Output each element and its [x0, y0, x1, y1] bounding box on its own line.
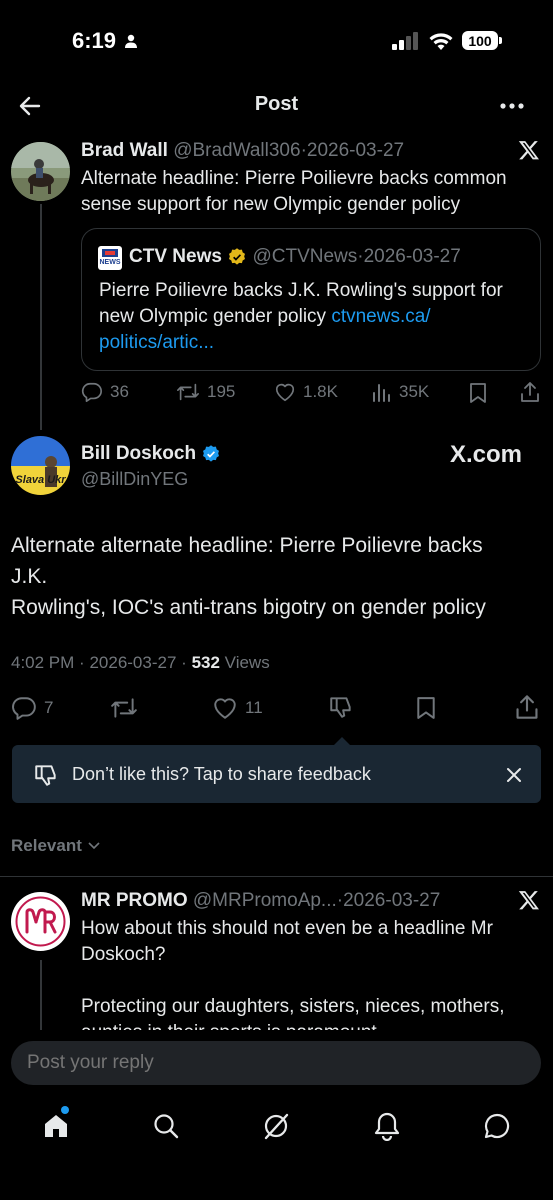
verified-gold-icon: [227, 247, 247, 267]
tweet-text-line: Alternate headline: Pierre Poilievre bac…: [81, 168, 507, 189]
tweet-text: Alternate headline: Pierre Poilievre bac…: [81, 166, 541, 218]
views-count[interactable]: 532: [192, 653, 220, 672]
avatar[interactable]: [11, 892, 70, 951]
reply-text-line: Protecting our daughters, sisters, niece…: [81, 996, 505, 1017]
reply-icon: [81, 382, 102, 402]
reply-text-line: aunties in their sports is paramount: [81, 1020, 546, 1030]
author-handle[interactable]: @BradWall306: [173, 140, 300, 161]
reply-button[interactable]: 7: [11, 695, 53, 721]
thread-line: [40, 204, 42, 430]
share-icon[interactable]: [514, 694, 540, 720]
sort-selector[interactable]: Relevant: [11, 836, 100, 856]
dislike-icon[interactable]: [328, 694, 354, 720]
reply-text-line: How about this should not even be a head…: [81, 918, 493, 939]
cellular-signal-icon: [392, 32, 420, 50]
reply-count: 36: [110, 382, 129, 401]
tweet-text-line: J.K.: [11, 565, 48, 588]
home-badge: [61, 1106, 69, 1114]
tweet-date[interactable]: 2026-03-27: [343, 890, 440, 911]
verified-icon: [201, 444, 221, 464]
quoted-text: Pierre Poilievre backs J.K. Rowling's su…: [99, 278, 535, 356]
reply-text: How about this should not even be a head…: [81, 916, 546, 1030]
battery-tip: [499, 37, 502, 44]
like-count: 11: [245, 698, 263, 717]
ctv-logo-text: NEWS: [99, 259, 121, 266]
quoted-date[interactable]: 2026-03-27: [364, 246, 461, 267]
tweet-date: 2026-03-27: [89, 653, 177, 672]
avatar[interactable]: Slava Ukr: [11, 436, 70, 495]
like-button[interactable]: 1.8K: [274, 381, 338, 403]
tweet-text-line: Rowling's, IOC's anti-trans bigotry on g…: [11, 596, 486, 619]
like-count: 1.8K: [303, 382, 338, 401]
divider: [0, 876, 553, 877]
repost-button[interactable]: 195: [176, 381, 235, 403]
search-icon[interactable]: [152, 1112, 180, 1140]
home-icon[interactable]: [42, 1112, 70, 1140]
article-link[interactable]: ctvnews.ca/: [331, 306, 430, 327]
person-icon: [124, 34, 138, 48]
views-button[interactable]: 35K: [372, 381, 429, 403]
tweet-text-line: Alternate alternate headline: Pierre Poi…: [11, 534, 483, 557]
reply-count: 7: [44, 698, 54, 717]
views-label[interactable]: Views: [220, 653, 270, 672]
close-icon[interactable]: [506, 767, 522, 783]
tweet-time: 4:02 PM: [11, 653, 75, 672]
like-icon: [275, 383, 295, 402]
share-icon[interactable]: [519, 381, 541, 403]
sort-label: Relevant: [11, 836, 82, 855]
thread-line: [40, 960, 42, 1030]
repost-icon: [177, 383, 199, 401]
avatar[interactable]: [11, 142, 70, 201]
quoted-text-line: Pierre Poilievre backs J.K. Rowling's su…: [99, 280, 503, 301]
battery-indicator: 100: [462, 31, 498, 50]
reply-icon: [12, 697, 36, 720]
tweet-date[interactable]: 2026-03-27: [307, 140, 404, 161]
bookmark-icon[interactable]: [468, 382, 488, 404]
x-logo-icon[interactable]: [518, 139, 540, 161]
separator-dot: ·: [181, 653, 187, 672]
ctv-logo: NEWS: [98, 246, 122, 270]
tweet-text: Alternate alternate headline: Pierre Poi…: [11, 530, 546, 623]
author-name[interactable]: Bill Doskoch: [81, 443, 196, 464]
page-title: Post: [254, 93, 299, 115]
status-time: 6:19: [72, 28, 117, 53]
wifi-icon: [428, 31, 454, 51]
separator-dot: ·: [79, 653, 85, 672]
reply-text-line: Doskoch?: [81, 944, 166, 965]
tweet-text-line: sense support for new Olympic gender pol…: [81, 194, 461, 215]
like-icon: [214, 698, 236, 719]
quoted-text-line: new Olympic gender policy: [99, 306, 332, 327]
article-link[interactable]: politics/artic...: [99, 332, 214, 353]
feedback-text[interactable]: Don’t like this? Tap to share feedback: [72, 764, 371, 785]
x-com-watermark: X.com: [450, 441, 523, 468]
view-count: 35K: [399, 382, 430, 401]
reply-button[interactable]: 36: [81, 381, 129, 403]
quoted-author-name[interactable]: CTV News: [129, 246, 222, 267]
author-name[interactable]: Brad Wall: [81, 140, 168, 161]
like-button[interactable]: 11: [212, 695, 263, 721]
avatar-caption: Slava Ukr: [15, 474, 66, 486]
bookmark-icon[interactable]: [415, 695, 437, 721]
repost-icon[interactable]: [110, 696, 138, 720]
views-icon: [373, 384, 390, 402]
author-handle[interactable]: @BillDinYEG: [81, 469, 188, 490]
chevron-down-icon: [88, 842, 100, 850]
more-icon[interactable]: [500, 102, 524, 110]
notifications-icon[interactable]: [373, 1111, 401, 1141]
tweet-meta: 4:02 PM · 2026-03-27 · 532 Views: [11, 653, 270, 673]
reply-input[interactable]: [27, 1041, 527, 1085]
x-logo-icon[interactable]: [518, 889, 540, 911]
dislike-icon: [33, 762, 59, 788]
repost-count: 195: [207, 382, 236, 401]
reply-composer[interactable]: [11, 1041, 541, 1085]
grok-icon[interactable]: [262, 1112, 290, 1140]
quoted-author-handle[interactable]: @CTVNews: [252, 246, 357, 267]
author-handle[interactable]: @MRPromoAp...: [193, 890, 337, 911]
messages-icon[interactable]: [483, 1112, 511, 1140]
author-name[interactable]: MR PROMO: [81, 890, 188, 911]
